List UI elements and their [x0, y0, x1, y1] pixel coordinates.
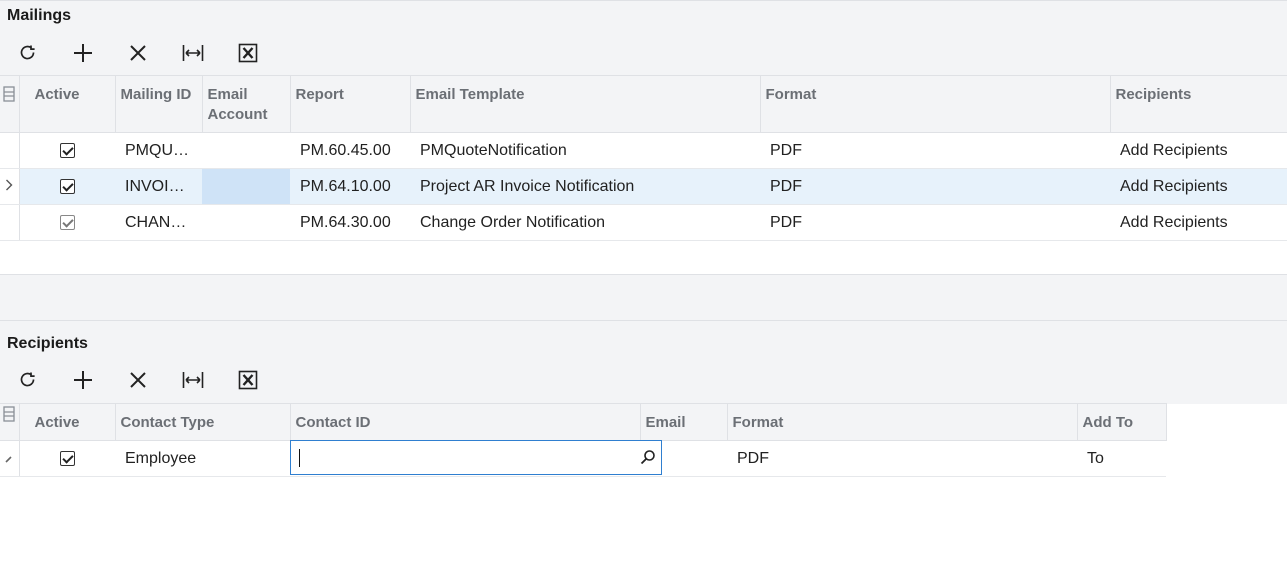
col-email[interactable]: Email [640, 403, 728, 441]
text-caret [299, 449, 300, 467]
section-splitter[interactable] [0, 274, 1287, 321]
col-email-template[interactable]: Email Template [410, 75, 761, 133]
export-excel-icon [238, 43, 257, 63]
add-icon [73, 44, 92, 62]
report-cell[interactable]: PM.60.45.00 [290, 132, 410, 169]
col-format[interactable]: Format [727, 403, 1078, 441]
table-row[interactable]: PMQU… PM.60.45.00 PMQuoteNotification PD… [0, 132, 1287, 169]
row-selector[interactable] [0, 440, 20, 477]
format-cell[interactable]: PDF [760, 204, 1110, 241]
mailing-id-cell[interactable]: PMQU… [115, 132, 202, 169]
mailing-id-cell[interactable]: INVOI… [115, 168, 202, 205]
export-excel-icon [238, 370, 257, 390]
row-selector[interactable] [0, 132, 20, 169]
format-cell[interactable]: PDF [727, 440, 1077, 477]
active-checkbox[interactable] [19, 168, 115, 205]
grid-settings-icon[interactable] [0, 403, 20, 441]
add-to-cell[interactable]: To [1077, 440, 1166, 477]
col-active[interactable]: Active [19, 403, 116, 441]
active-checkbox[interactable] [19, 440, 115, 477]
col-contact-type[interactable]: Contact Type [115, 403, 291, 441]
add-icon [73, 371, 92, 389]
recipients-export-excel-button[interactable] [220, 362, 275, 398]
col-active[interactable]: Active [19, 75, 116, 133]
contact-type-cell[interactable]: Employee [115, 440, 290, 477]
report-cell[interactable]: PM.64.10.00 [290, 168, 410, 205]
col-contact-id[interactable]: Contact ID [290, 403, 641, 441]
recipients-delete-button[interactable] [110, 362, 165, 398]
recipients-link[interactable]: Add Recipients [1110, 204, 1287, 241]
row-selector[interactable] [0, 168, 20, 205]
email-account-cell[interactable] [202, 132, 290, 169]
row-selector[interactable] [0, 204, 20, 241]
email-template-cell[interactable]: Project AR Invoice Notification [410, 168, 760, 205]
col-report[interactable]: Report [290, 75, 411, 133]
fit-columns-icon [182, 45, 203, 61]
fit-columns-icon [182, 372, 203, 388]
contact-id-editor[interactable] [290, 440, 662, 475]
recipients-link[interactable]: Add Recipients [1110, 168, 1287, 205]
recipients-add-button[interactable] [55, 362, 110, 398]
table-row[interactable]: INVOI… PM.64.10.00 Project AR Invoice No… [0, 168, 1287, 205]
mailings-title: Mailings [7, 7, 72, 24]
col-email-account[interactable]: Email Account [202, 75, 291, 133]
active-checkbox[interactable] [19, 132, 115, 169]
delete-icon [129, 372, 146, 388]
edit-pencil-icon [5, 455, 12, 463]
format-cell[interactable]: PDF [760, 132, 1110, 169]
table-row[interactable]: CHAN… PM.64.30.00 Change Order Notificat… [0, 204, 1287, 241]
email-template-cell[interactable]: Change Order Notification [410, 204, 760, 241]
col-format[interactable]: Format [760, 75, 1111, 133]
mailings-export-excel-button[interactable] [220, 35, 275, 71]
mailings-delete-button[interactable] [110, 35, 165, 71]
recipients-toolbar [0, 362, 275, 398]
mailings-add-button[interactable] [55, 35, 110, 71]
format-cell[interactable]: PDF [760, 168, 1110, 205]
email-template-cell[interactable]: PMQuoteNotification [410, 132, 760, 169]
recipients-fit-columns-button[interactable] [165, 362, 220, 398]
mailings-fit-columns-button[interactable] [165, 35, 220, 71]
recipients-link[interactable]: Add Recipients [1110, 132, 1287, 169]
refresh-icon [20, 45, 35, 60]
grid-settings-icon[interactable] [0, 75, 20, 133]
recipients-title: Recipients [7, 335, 88, 352]
mailings-toolbar [0, 35, 275, 71]
mailing-id-cell[interactable]: CHAN… [115, 204, 202, 241]
refresh-icon [20, 372, 35, 387]
mailings-grid: Active Mailing ID Email Account Report E… [0, 75, 1287, 241]
email-account-cell[interactable] [202, 204, 290, 241]
recipients-refresh-button[interactable] [0, 362, 55, 398]
chevron-right-icon [6, 179, 13, 190]
col-mailing-id[interactable]: Mailing ID [115, 75, 203, 133]
delete-icon [129, 45, 146, 61]
contact-id-input[interactable] [291, 441, 621, 474]
active-checkbox[interactable] [19, 204, 115, 241]
email-account-cell[interactable] [202, 168, 290, 205]
search-icon[interactable] [640, 449, 656, 465]
col-recipients[interactable]: Recipients [1110, 75, 1287, 133]
mailings-refresh-button[interactable] [0, 35, 55, 71]
report-cell[interactable]: PM.64.30.00 [290, 204, 410, 241]
col-add-to[interactable]: Add To [1077, 403, 1167, 441]
